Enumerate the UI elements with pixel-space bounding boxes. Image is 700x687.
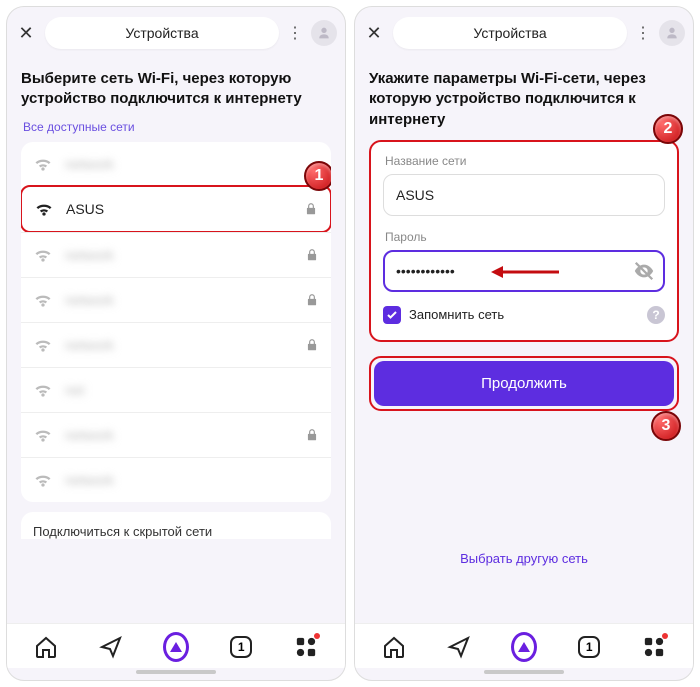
wifi-icon [33, 470, 53, 490]
avatar[interactable] [659, 20, 685, 46]
avatar[interactable] [311, 20, 337, 46]
network-name: network [65, 337, 305, 353]
kebab-icon[interactable]: ⋮ [635, 23, 651, 43]
content: Выберите сеть Wi-Fi, через которую устро… [7, 57, 345, 623]
choose-other-network-link[interactable]: Выбрать другую сеть [369, 551, 679, 566]
network-list: network ASUS 1 network network network n… [21, 142, 331, 502]
services-icon[interactable] [641, 634, 667, 660]
nav-handle [136, 670, 216, 674]
lock-icon [305, 428, 319, 442]
network-row[interactable]: network [21, 322, 331, 367]
network-name: network [65, 427, 305, 443]
annotation-badge-2: 2 [653, 114, 683, 144]
page-title[interactable]: Устройства [393, 17, 627, 49]
annotation-badge-1: 1 [304, 161, 331, 191]
tabs-icon[interactable]: 1 [576, 634, 602, 660]
lock-icon [305, 338, 319, 352]
tabs-icon[interactable]: 1 [228, 634, 254, 660]
help-icon[interactable]: ? [647, 306, 665, 324]
wifi-icon [33, 290, 53, 310]
topbar: ✕ Устройства ⋮ [355, 7, 693, 57]
eye-off-icon[interactable] [633, 260, 655, 287]
network-name-label: Название сети [385, 154, 665, 168]
close-icon[interactable]: ✕ [15, 23, 37, 44]
alice-icon[interactable] [511, 634, 537, 660]
alice-icon[interactable] [163, 634, 189, 660]
network-name: network [65, 292, 305, 308]
network-row[interactable]: ASUS 1 [21, 185, 331, 233]
network-name-input[interactable] [383, 174, 665, 216]
lock-icon [305, 293, 319, 307]
topbar: ✕ Устройства ⋮ [7, 7, 345, 57]
network-name: ASUS [66, 201, 304, 217]
lock-icon [305, 248, 319, 262]
kebab-icon[interactable]: ⋮ [287, 23, 303, 43]
annotation-badge-3: 3 [651, 411, 681, 441]
bottom-nav: 1 [355, 623, 693, 668]
wifi-icon [33, 154, 53, 174]
wifi-icon [33, 425, 53, 445]
heading: Укажите параметры Wi-Fi-сети, через кото… [369, 69, 679, 130]
network-name: network [65, 156, 319, 172]
wifi-form: 2 Название сети Пароль Запомнить сеть ? [369, 140, 679, 342]
services-icon[interactable] [293, 634, 319, 660]
network-row[interactable]: network [21, 412, 331, 457]
network-row[interactable]: network [21, 277, 331, 322]
content: Укажите параметры Wi-Fi-сети, через кото… [355, 57, 693, 623]
network-row[interactable]: network [21, 142, 331, 186]
send-icon[interactable] [446, 634, 472, 660]
network-name: network [65, 472, 319, 488]
continue-button[interactable]: Продолжить [374, 361, 674, 406]
password-label: Пароль [385, 230, 665, 244]
bottom-nav: 1 [7, 623, 345, 668]
page-title[interactable]: Устройства [45, 17, 279, 49]
lock-icon [304, 202, 318, 216]
remember-row: Запомнить сеть ? [383, 306, 665, 324]
remember-checkbox[interactable] [383, 306, 401, 324]
wifi-icon [34, 199, 54, 219]
home-icon[interactable] [381, 634, 407, 660]
all-networks-link[interactable]: Все доступные сети [23, 120, 331, 134]
network-name: network [65, 247, 305, 263]
heading: Выберите сеть Wi-Fi, через которую устро… [21, 69, 331, 110]
nav-handle [484, 670, 564, 674]
hidden-network-link[interactable]: Подключиться к скрытой сети [21, 512, 331, 539]
network-name: net [65, 382, 319, 398]
wifi-icon [33, 380, 53, 400]
wifi-icon [33, 335, 53, 355]
remember-label: Запомнить сеть [409, 307, 504, 322]
arrow-annotation [491, 262, 561, 282]
network-row[interactable]: network [21, 232, 331, 277]
network-row[interactable]: net [21, 367, 331, 412]
cta-highlight: Продолжить 3 [369, 356, 679, 411]
home-icon[interactable] [33, 634, 59, 660]
screen-left: ✕ Устройства ⋮ Выберите сеть Wi-Fi, чере… [6, 6, 346, 681]
wifi-icon [33, 245, 53, 265]
send-icon[interactable] [98, 634, 124, 660]
screen-right: ✕ Устройства ⋮ Укажите параметры Wi-Fi-с… [354, 6, 694, 681]
close-icon[interactable]: ✕ [363, 23, 385, 44]
network-row[interactable]: network [21, 457, 331, 502]
